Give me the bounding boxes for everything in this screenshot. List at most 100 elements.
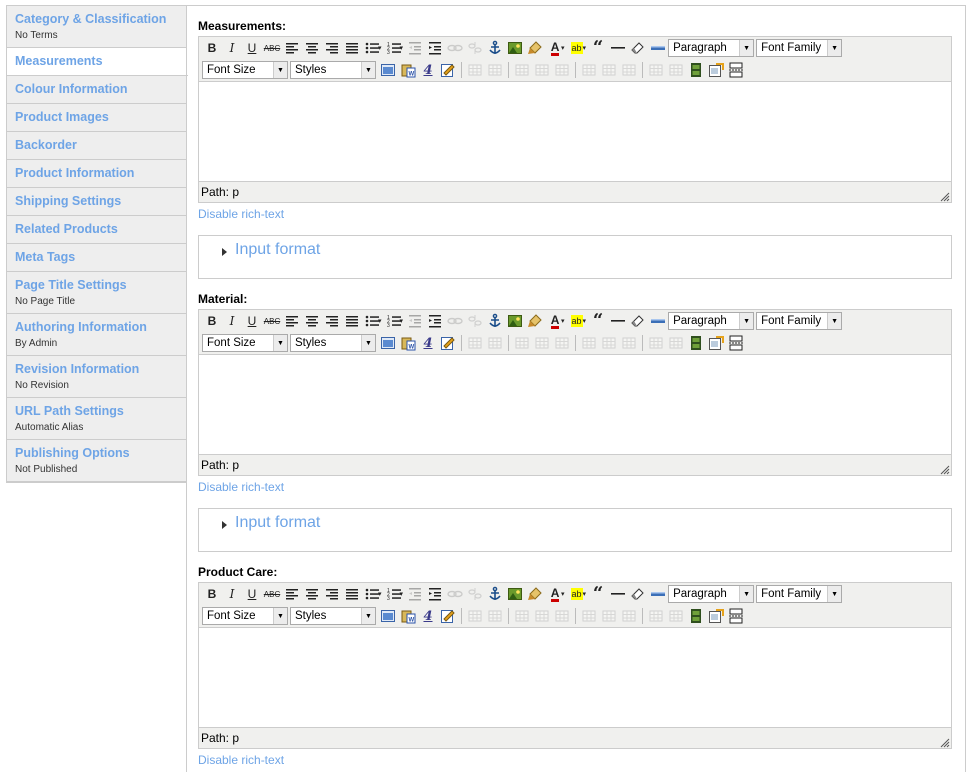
- vertical-tab-category-classification[interactable]: Category & Classification No Terms: [7, 6, 187, 48]
- split-dropdown-arrow-icon[interactable]: ▾: [400, 317, 404, 325]
- vertical-tab-related-products[interactable]: Related Products: [7, 216, 187, 244]
- split-dropdown-arrow-icon[interactable]: ▾: [378, 317, 382, 325]
- outdent-icon-button[interactable]: [405, 584, 425, 604]
- cleanup-icon-button[interactable]: [525, 311, 545, 331]
- row-props-icon-button[interactable]: [465, 606, 485, 626]
- page-break-icon-button[interactable]: [726, 333, 746, 353]
- delete-row-icon-button[interactable]: [552, 606, 572, 626]
- indent-icon-button[interactable]: [425, 311, 445, 331]
- input-format-toggle[interactable]: Input format: [221, 514, 320, 532]
- input-format-toggle[interactable]: Input format: [221, 241, 320, 259]
- delete-row-icon-button[interactable]: [552, 60, 572, 80]
- edit-html-icon-button[interactable]: [438, 60, 458, 80]
- remove-format-icon-button[interactable]: [628, 311, 648, 331]
- strikethrough-icon-button[interactable]: ABC: [262, 311, 282, 331]
- cell-props-icon-button[interactable]: [485, 333, 505, 353]
- delete-col-icon-button[interactable]: [619, 333, 639, 353]
- disable-rich-text-link[interactable]: Disable rich-text: [198, 480, 952, 495]
- unlink-icon-button[interactable]: [465, 584, 485, 604]
- disable-rich-text-link[interactable]: Disable rich-text: [198, 753, 952, 768]
- split-dropdown-arrow-icon[interactable]: ▾: [378, 44, 382, 52]
- insert-row-before-icon-button[interactable]: [512, 333, 532, 353]
- insert-col-after-icon-button[interactable]: [599, 60, 619, 80]
- vertical-tab-colour-information[interactable]: Colour Information: [7, 76, 187, 104]
- justify-icon-button[interactable]: [342, 38, 362, 58]
- paste-word-icon-button[interactable]: W: [398, 606, 418, 626]
- align-right-icon-button[interactable]: [322, 584, 342, 604]
- unlink-icon-button[interactable]: [465, 38, 485, 58]
- image-icon-button[interactable]: [505, 38, 525, 58]
- visual-aid-icon-button[interactable]: [648, 38, 668, 58]
- vertical-tab-publishing-options[interactable]: Publishing Options Not Published: [7, 440, 187, 482]
- insert-col-before-icon-button[interactable]: [579, 60, 599, 80]
- split-dropdown-arrow-icon[interactable]: ▾: [583, 44, 587, 52]
- indent-icon-button[interactable]: [425, 38, 445, 58]
- insert-col-before-icon-button[interactable]: [579, 333, 599, 353]
- align-right-icon-button[interactable]: [322, 38, 342, 58]
- font-size-select[interactable]: Font Size ▼: [202, 607, 288, 625]
- underline-icon-button[interactable]: U: [242, 584, 262, 604]
- vertical-tab-url-path-settings[interactable]: URL Path Settings Automatic Alias: [7, 398, 187, 440]
- vertical-tab-product-images[interactable]: Product Images: [7, 104, 187, 132]
- remove-format-icon-button[interactable]: [628, 584, 648, 604]
- justify-icon-button[interactable]: [342, 584, 362, 604]
- styles-select[interactable]: Styles ▼: [290, 607, 376, 625]
- font-family-select[interactable]: Font Family ▼: [756, 39, 843, 57]
- outdent-icon-button[interactable]: [405, 38, 425, 58]
- insert-col-before-icon-button[interactable]: [579, 606, 599, 626]
- blockquote-icon-button[interactable]: “: [588, 584, 608, 604]
- font-family-select[interactable]: Font Family ▼: [756, 585, 843, 603]
- insert-row-before-icon-button[interactable]: [512, 60, 532, 80]
- horizontal-rule-icon-button[interactable]: [608, 311, 628, 331]
- underline-icon-button[interactable]: U: [242, 311, 262, 331]
- page-break-icon-button[interactable]: [726, 60, 746, 80]
- vertical-tab-authoring-information[interactable]: Authoring Information By Admin: [7, 314, 187, 356]
- edit-html-icon-button[interactable]: [438, 606, 458, 626]
- split-dropdown-arrow-icon[interactable]: ▾: [561, 44, 565, 52]
- visual-aid-icon-button[interactable]: [648, 311, 668, 331]
- link-icon-button[interactable]: [445, 311, 465, 331]
- split-dropdown-arrow-icon[interactable]: ▾: [400, 590, 404, 598]
- bold-icon-button[interactable]: B: [202, 311, 222, 331]
- char-map-icon-button[interactable]: 4: [418, 606, 438, 626]
- bold-icon-button[interactable]: B: [202, 38, 222, 58]
- merge-cells-icon-button[interactable]: [666, 333, 686, 353]
- media-icon-button[interactable]: [686, 606, 706, 626]
- paste-word-icon-button[interactable]: W: [398, 60, 418, 80]
- blockquote-icon-button[interactable]: “: [588, 38, 608, 58]
- editor-content-area[interactable]: [199, 627, 951, 728]
- editor-content-area[interactable]: [199, 81, 951, 182]
- split-cells-icon-button[interactable]: [646, 333, 666, 353]
- disable-rich-text-link[interactable]: Disable rich-text: [198, 207, 952, 222]
- char-map-icon-button[interactable]: 4: [418, 333, 438, 353]
- align-left-icon-button[interactable]: [282, 38, 302, 58]
- split-dropdown-arrow-icon[interactable]: ▾: [400, 44, 404, 52]
- image-icon-button[interactable]: [505, 584, 525, 604]
- visual-aid-icon-button[interactable]: [648, 584, 668, 604]
- insert-table-icon-button[interactable]: [378, 333, 398, 353]
- insert-table-icon-button[interactable]: [378, 60, 398, 80]
- media-icon-button[interactable]: [686, 333, 706, 353]
- bold-icon-button[interactable]: B: [202, 584, 222, 604]
- unlink-icon-button[interactable]: [465, 311, 485, 331]
- styles-select[interactable]: Styles ▼: [290, 61, 376, 79]
- resize-handle-icon[interactable]: [940, 737, 950, 748]
- image-icon-button[interactable]: [505, 311, 525, 331]
- vertical-tab-meta-tags[interactable]: Meta Tags: [7, 244, 187, 272]
- font-size-select[interactable]: Font Size ▼: [202, 334, 288, 352]
- strikethrough-icon-button[interactable]: ABC: [262, 38, 282, 58]
- insert-col-after-icon-button[interactable]: [599, 333, 619, 353]
- anchor-icon-button[interactable]: [485, 584, 505, 604]
- row-props-icon-button[interactable]: [465, 333, 485, 353]
- edit-html-icon-button[interactable]: [438, 333, 458, 353]
- split-dropdown-arrow-icon[interactable]: ▾: [561, 317, 565, 325]
- split-dropdown-arrow-icon[interactable]: ▾: [583, 317, 587, 325]
- horizontal-rule-icon-button[interactable]: [608, 38, 628, 58]
- anchor-icon-button[interactable]: [485, 311, 505, 331]
- split-dropdown-arrow-icon[interactable]: ▾: [561, 590, 565, 598]
- media-icon-button[interactable]: [686, 60, 706, 80]
- link-icon-button[interactable]: [445, 38, 465, 58]
- delete-row-icon-button[interactable]: [552, 333, 572, 353]
- merge-cells-icon-button[interactable]: [666, 60, 686, 80]
- align-center-icon-button[interactable]: [302, 38, 322, 58]
